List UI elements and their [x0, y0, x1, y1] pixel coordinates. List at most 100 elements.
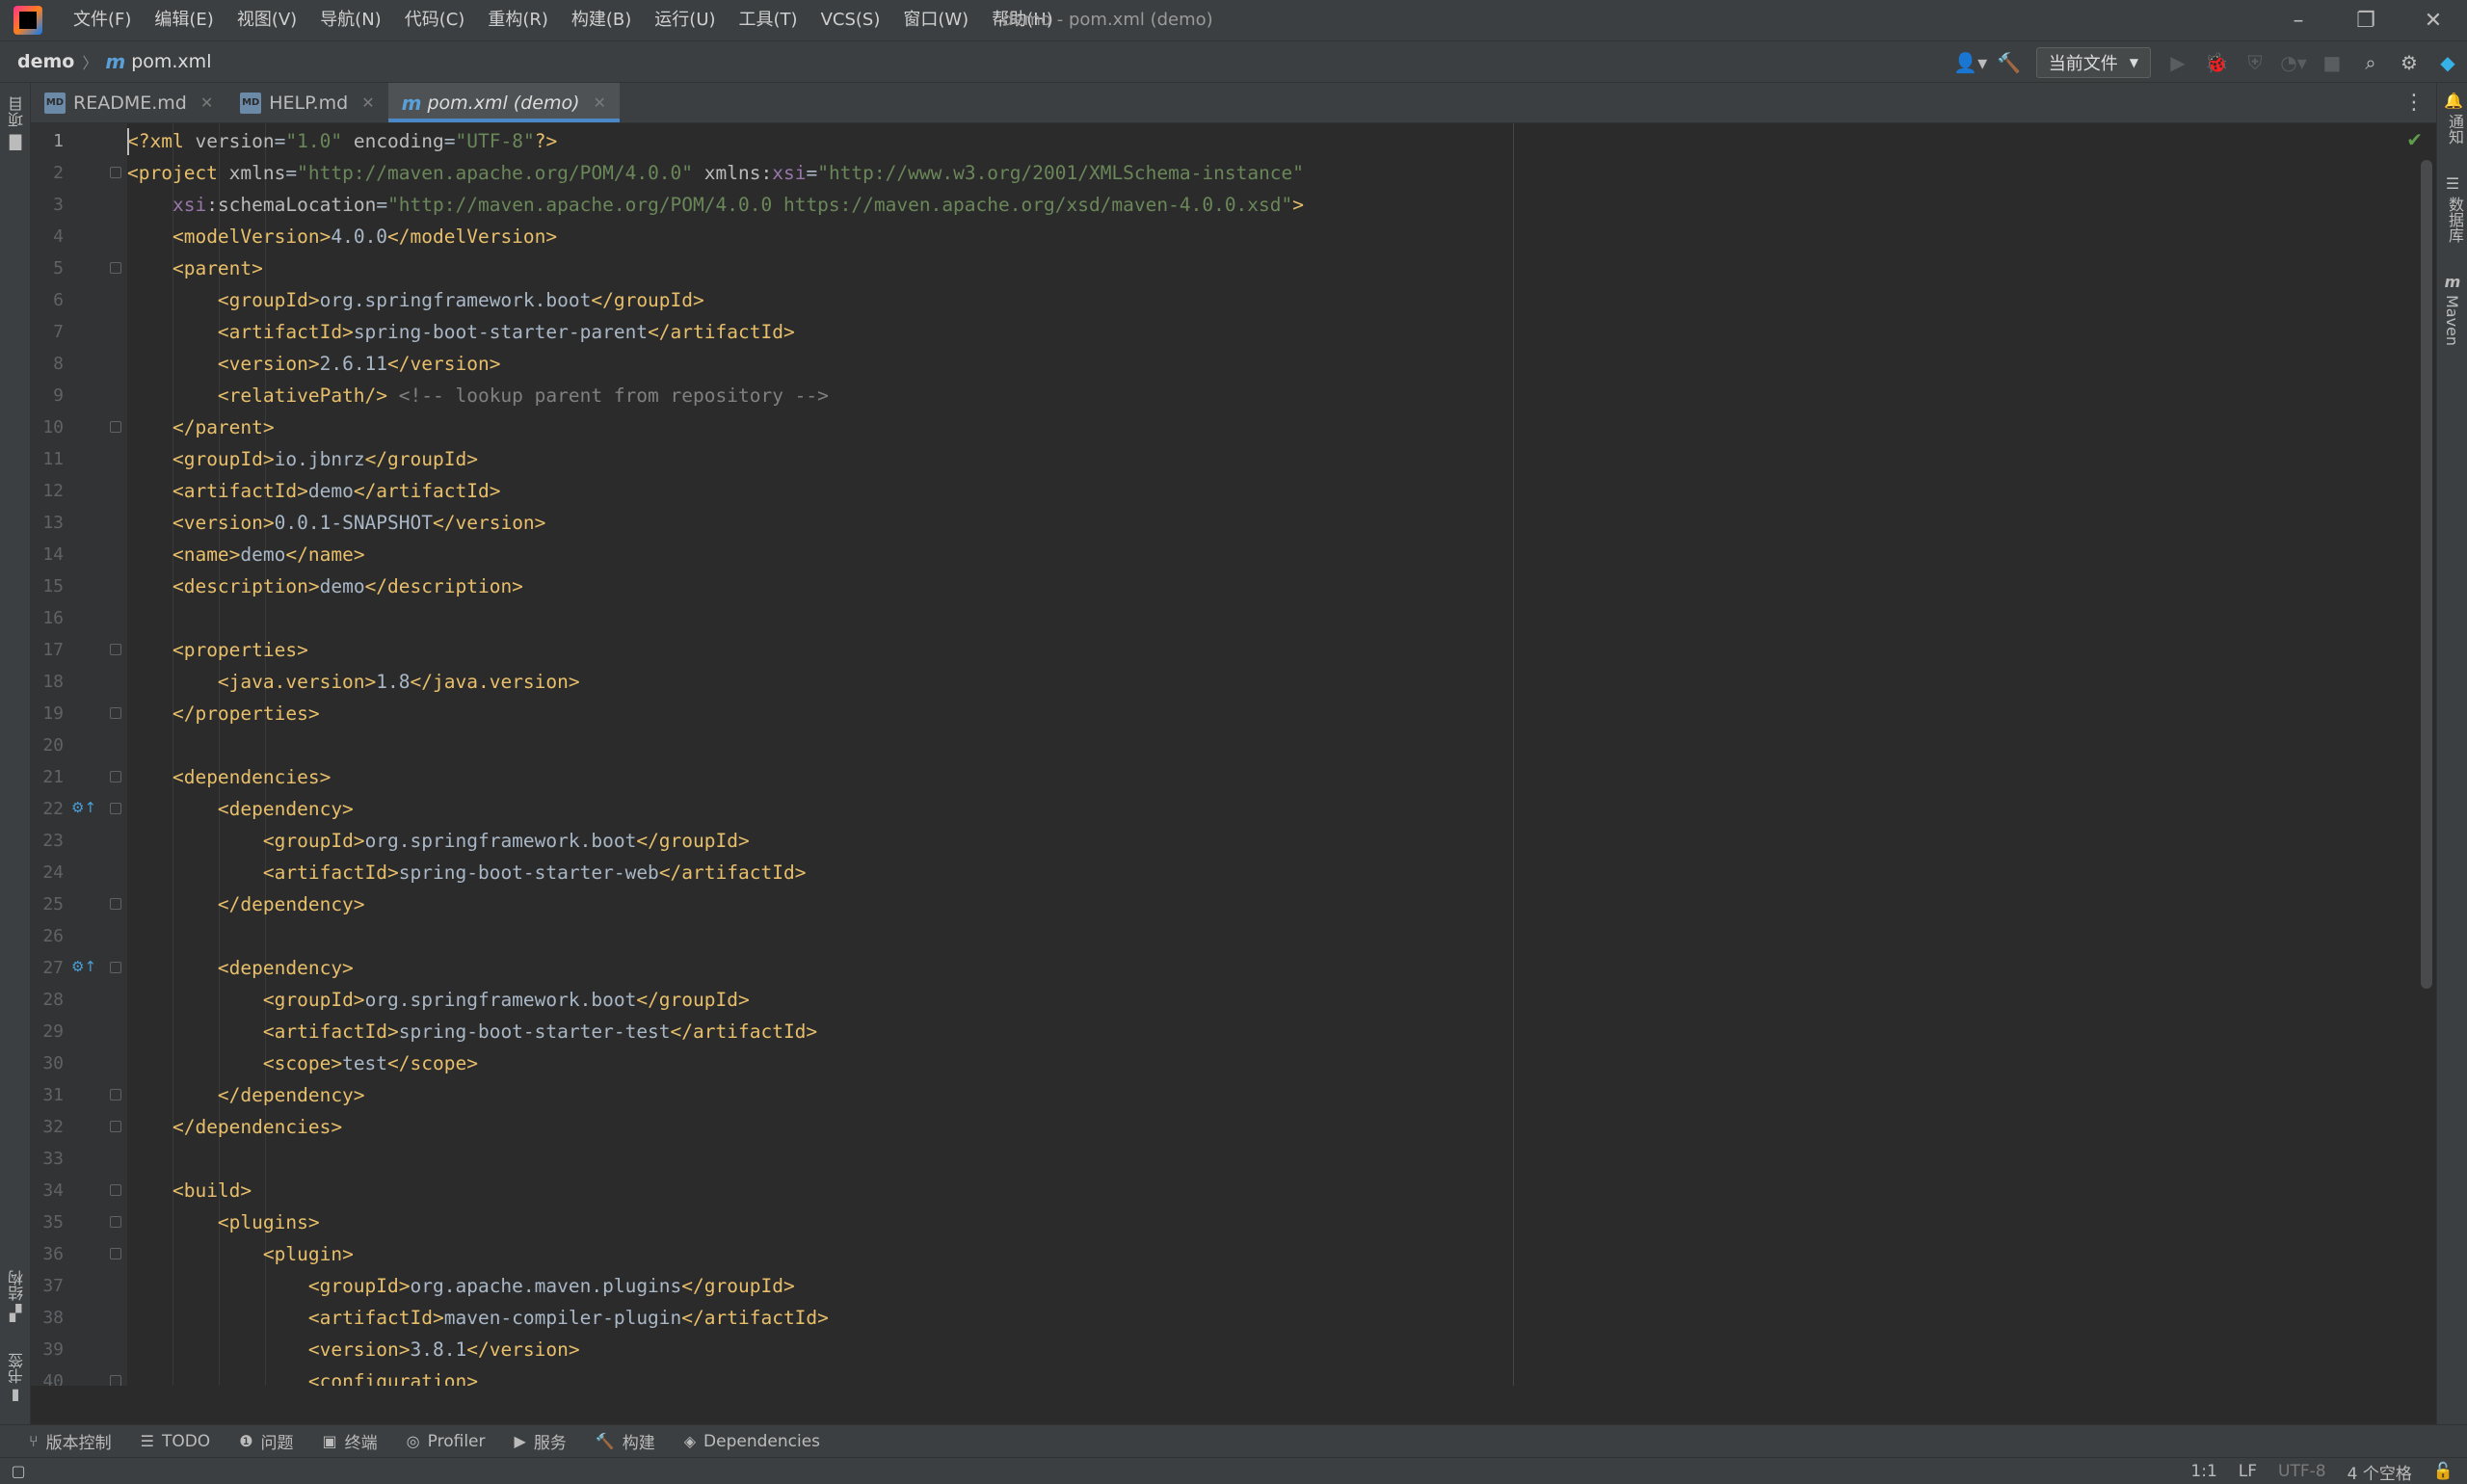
- code-line[interactable]: <description>demo</description>: [127, 570, 523, 602]
- run-config-select[interactable]: 当前文件 ▼: [2035, 47, 2151, 78]
- line-number[interactable]: 38: [31, 1302, 64, 1334]
- code-line[interactable]: <dependency>: [127, 952, 354, 984]
- fold-toggle-icon[interactable]: [110, 167, 121, 178]
- bookmarks-tool-button[interactable]: 书签: [6, 1353, 29, 1384]
- coverage-icon[interactable]: ⛨: [2238, 45, 2272, 80]
- line-number[interactable]: 16: [31, 602, 64, 634]
- line-separator[interactable]: LF: [2239, 1462, 2257, 1481]
- line-number[interactable]: 15: [31, 570, 64, 602]
- menu-item[interactable]: 代码(C): [393, 0, 477, 40]
- bookmark-icon[interactable]: ▮: [7, 1386, 24, 1403]
- fold-toggle-icon[interactable]: [110, 771, 121, 782]
- line-number[interactable]: 14: [31, 539, 64, 570]
- line-number[interactable]: 37: [31, 1270, 64, 1302]
- line-number[interactable]: 23: [31, 825, 64, 857]
- code-line[interactable]: <artifactId>spring-boot-starter-parent</…: [127, 316, 795, 348]
- code-line[interactable]: <plugins>: [127, 1206, 320, 1238]
- line-number[interactable]: 26: [31, 920, 64, 952]
- code-editor[interactable]: 1 2 3 4 5 6 7 8 9 10 11 12 13 14 15 16 17 18 19 20 21 22 ⚙↑ 23 2…: [31, 123, 2436, 1386]
- line-number[interactable]: 30: [31, 1047, 64, 1079]
- line-number[interactable]: 12: [31, 475, 64, 507]
- code-line[interactable]: <version>0.0.1-SNAPSHOT</version>: [127, 507, 545, 539]
- database-icon[interactable]: ☰: [2444, 175, 2461, 193]
- tool-window-button[interactable]: ❶ 问题: [239, 1429, 293, 1453]
- fold-toggle-icon[interactable]: [110, 707, 121, 719]
- code-line[interactable]: <?xml version="1.0" encoding="UTF-8"?>: [127, 125, 557, 157]
- line-number[interactable]: 27: [31, 952, 64, 984]
- line-number[interactable]: 2: [31, 157, 64, 189]
- user-icon[interactable]: 👤▾: [1953, 45, 1988, 80]
- fold-toggle-icon[interactable]: [110, 1216, 121, 1228]
- code-line[interactable]: <groupId>org.apache.maven.plugins</group…: [127, 1270, 795, 1302]
- file-encoding[interactable]: UTF-8: [2278, 1462, 2326, 1481]
- menu-item[interactable]: 编辑(E): [143, 0, 225, 40]
- code-line[interactable]: <parent>: [127, 252, 263, 284]
- menu-item[interactable]: 导航(N): [308, 0, 393, 40]
- vertical-scrollbar[interactable]: [2421, 160, 2432, 989]
- code-line[interactable]: <artifactId>maven-compiler-plugin</artif…: [127, 1302, 829, 1334]
- code-line[interactable]: <relativePath/> <!-- lookup parent from …: [127, 380, 829, 411]
- menu-item[interactable]: 工具(T): [728, 0, 809, 40]
- fold-toggle-icon[interactable]: [110, 962, 121, 973]
- maven-tool-button[interactable]: Maven: [2443, 295, 2461, 346]
- editor-gutter[interactable]: 1 2 3 4 5 6 7 8 9 10 11 12 13 14 15 16 17 18 19 20 21 22 ⚙↑ 23 2…: [31, 123, 127, 1386]
- menu-item[interactable]: 文件(F): [62, 0, 143, 40]
- code-line[interactable]: <plugin>: [127, 1238, 354, 1270]
- fold-toggle-icon[interactable]: [110, 898, 121, 910]
- layout-toggle-icon[interactable]: ▢: [10, 1463, 27, 1480]
- breadcrumb-file[interactable]: pom.xml: [131, 51, 211, 72]
- line-number[interactable]: 29: [31, 1016, 64, 1047]
- code-line[interactable]: </dependencies>: [127, 1111, 342, 1143]
- close-icon[interactable]: ✕: [200, 93, 213, 112]
- jetbrains-toolbox-icon[interactable]: ◆: [2430, 45, 2465, 80]
- breadcrumb-project[interactable]: demo: [17, 51, 74, 72]
- code-line[interactable]: </parent>: [127, 411, 275, 443]
- restore-icon[interactable]: ❐: [2332, 0, 2400, 40]
- line-number[interactable]: 7: [31, 316, 64, 348]
- more-vertical-icon[interactable]: ⋮: [2403, 91, 2425, 115]
- code-line[interactable]: <dependencies>: [127, 761, 331, 793]
- menu-item[interactable]: 重构(R): [476, 0, 560, 40]
- code-line[interactable]: <project xmlns="http://maven.apache.org/…: [127, 157, 1304, 189]
- folder-icon[interactable]: ▇: [7, 133, 24, 150]
- dependency-gutter-icon[interactable]: ⚙↑: [71, 958, 96, 975]
- close-icon[interactable]: ✕: [361, 93, 374, 112]
- code-line[interactable]: <build>: [127, 1175, 252, 1206]
- menu-item[interactable]: 窗口(W): [891, 0, 980, 40]
- code-line[interactable]: </dependency>: [127, 1079, 365, 1111]
- inspection-ok-icon[interactable]: ✔: [2406, 128, 2423, 151]
- fold-toggle-icon[interactable]: [110, 1121, 121, 1132]
- code-line[interactable]: <artifactId>spring-boot-starter-test</ar…: [127, 1016, 817, 1047]
- close-window-icon[interactable]: ✕: [2400, 0, 2467, 40]
- notifications-tool-button[interactable]: 通知: [2443, 114, 2466, 145]
- database-tool-button[interactable]: 数据库: [2443, 197, 2466, 243]
- line-number[interactable]: 5: [31, 252, 64, 284]
- editor-tab[interactable]: m pom.xml (demo) ✕: [387, 83, 621, 122]
- fold-toggle-icon[interactable]: [110, 803, 121, 814]
- gear-icon[interactable]: ⚙: [2392, 45, 2427, 80]
- line-number[interactable]: 18: [31, 666, 64, 698]
- tool-window-button[interactable]: 🔨 构建: [596, 1429, 655, 1453]
- maven-icon[interactable]: m: [2444, 274, 2461, 291]
- build-hammer-icon[interactable]: 🔨: [1992, 45, 2027, 80]
- editor-tab[interactable]: MD HELP.md ✕: [226, 83, 387, 122]
- code-line[interactable]: xsi:schemaLocation="http://maven.apache.…: [127, 189, 1304, 221]
- editor-tab[interactable]: MD README.md ✕: [31, 83, 226, 122]
- menu-item[interactable]: 运行(U): [643, 0, 727, 40]
- line-number[interactable]: 22: [31, 793, 64, 825]
- code-line[interactable]: <version>2.6.11</version>: [127, 348, 501, 380]
- code-line[interactable]: <groupId>org.springframework.boot</group…: [127, 825, 750, 857]
- line-number[interactable]: 11: [31, 443, 64, 475]
- search-icon[interactable]: ⌕: [2353, 45, 2388, 80]
- code-line[interactable]: <artifactId>demo</artifactId>: [127, 475, 500, 507]
- menu-item[interactable]: 视图(V): [225, 0, 308, 40]
- line-number[interactable]: 9: [31, 380, 64, 411]
- code-line[interactable]: <version>3.8.1</version>: [127, 1334, 580, 1365]
- close-icon[interactable]: ✕: [594, 93, 606, 112]
- lock-icon[interactable]: 🔓: [2433, 1462, 2454, 1481]
- profile-icon[interactable]: ◔▾: [2276, 45, 2311, 80]
- line-number[interactable]: 31: [31, 1079, 64, 1111]
- fold-toggle-icon[interactable]: [110, 421, 121, 433]
- fold-toggle-icon[interactable]: [110, 262, 121, 274]
- line-number[interactable]: 3: [31, 189, 64, 221]
